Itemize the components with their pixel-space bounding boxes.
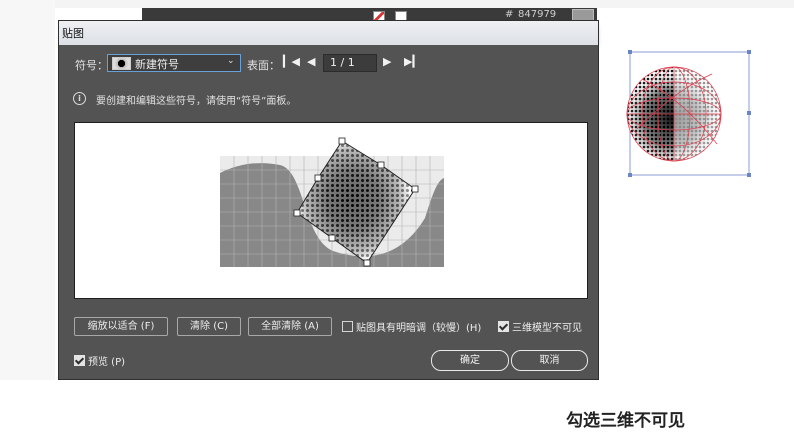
ok-button[interactable]: 确定 xyxy=(431,350,509,371)
preview-label: 预览 (P) xyxy=(88,357,126,368)
clear-all-button[interactable]: 全部清除 (A) xyxy=(248,317,332,336)
preview-checkbox[interactable] xyxy=(74,355,85,366)
sphere-artwork[interactable] xyxy=(622,49,754,179)
symbol-label: 符号： xyxy=(75,59,108,72)
map-art-dialog: 贴图 符号： 新建符号 ⌄ 表面： ▎◀ ◀ 1 / 1 ▶ ▶▎ i 要创建和… xyxy=(58,20,599,380)
invisible-geometry-checkbox[interactable] xyxy=(498,321,509,332)
shading-checkbox[interactable] xyxy=(342,321,353,332)
symbol-dropdown[interactable]: 新建符号 ⌄ xyxy=(107,54,241,72)
dialog-titlebar: 贴图 xyxy=(59,21,598,45)
dialog-title: 贴图 xyxy=(62,27,84,40)
next-surface-icon[interactable]: ▶ xyxy=(383,55,391,68)
fit-button[interactable]: 缩放以适合 (F) xyxy=(74,317,168,336)
shading-label: 贴图具有明暗调（较慢）(H) xyxy=(356,323,482,334)
chevron-down-icon: ⌄ xyxy=(227,56,235,66)
cancel-button[interactable]: 取消 xyxy=(511,350,588,371)
hex-value[interactable]: 847979 xyxy=(518,9,556,20)
sphere-svg xyxy=(626,50,751,177)
info-message: 要创建和编辑这些符号，请使用“符号”面板。 xyxy=(96,96,297,107)
symbol-selected: 新建符号 xyxy=(135,58,179,71)
surface-page-field[interactable]: 1 / 1 xyxy=(323,54,377,72)
invisible-geometry-label: 三维模型不可见 xyxy=(512,323,582,334)
clear-button[interactable]: 清除 (C) xyxy=(177,317,241,336)
caption-text: 勾选三维不可见 xyxy=(566,411,685,431)
info-icon: i xyxy=(73,92,86,105)
map-preview-canvas[interactable] xyxy=(74,122,588,299)
previous-surface-icon[interactable]: ◀ xyxy=(307,55,315,68)
map-preview-svg xyxy=(220,137,444,267)
left-band xyxy=(0,0,55,380)
surface-page-value: 1 / 1 xyxy=(330,56,355,69)
last-surface-icon[interactable]: ▶▎ xyxy=(404,55,421,68)
surface-label: 表面： xyxy=(247,59,280,72)
hex-label: # xyxy=(505,9,514,20)
top-band xyxy=(0,0,794,8)
first-surface-icon[interactable]: ▎◀ xyxy=(283,55,300,68)
symbol-thumbnail-icon xyxy=(112,57,131,70)
